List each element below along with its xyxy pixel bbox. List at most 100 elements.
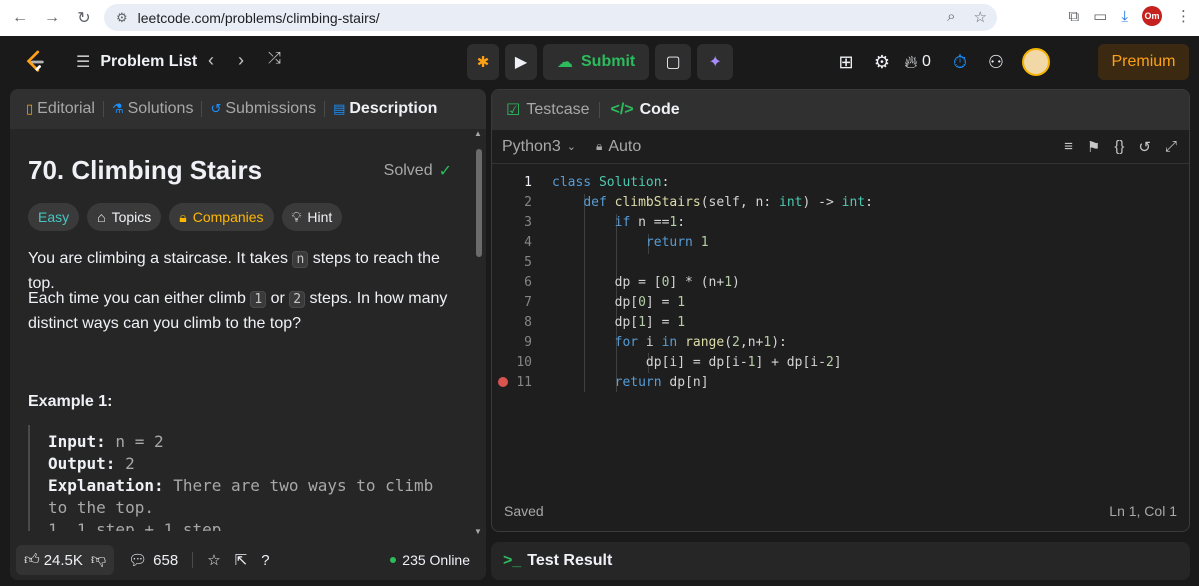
- browser-toolbar: ← → ↻ ⚙ leetcode.com/problems/climbing-s…: [0, 0, 1199, 36]
- autocomplete-mode[interactable]: 🔒︎ Auto: [596, 138, 641, 156]
- profile-avatar[interactable]: Om: [1142, 6, 1162, 26]
- leetcode-header: ☰ Problem List ‹ › ⤮ ✱ ▶ ☁ Submit ▢ ✦ ⊞ …: [0, 36, 1199, 88]
- problem-list-button[interactable]: ☰ Problem List: [76, 52, 197, 72]
- tab-description[interactable]: ▤ Description: [325, 100, 445, 118]
- run-button[interactable]: ▶: [505, 44, 537, 80]
- back-icon[interactable]: ←: [4, 9, 36, 27]
- tab-solutions[interactable]: ⚗ Solutions: [104, 100, 201, 118]
- cloud-upload-icon: ☁: [557, 54, 573, 71]
- description-footer: 👍︎ 24.5K 👎︎ 💬︎ 658 ☆ ⇱ ? 235 Online: [10, 540, 486, 580]
- code-line: 7 dp[0] = 1: [524, 294, 686, 310]
- code-line: 2 def climbStairs(self, n: int) -> int:: [524, 194, 873, 210]
- sparkle-icon: ✦: [708, 54, 722, 71]
- streak-flame-icon[interactable]: 🔥︎: [900, 52, 922, 73]
- list-icon: ☰: [76, 54, 91, 71]
- note-icon: ▢: [665, 54, 681, 71]
- prev-problem-icon[interactable]: ‹: [208, 50, 214, 71]
- layout-icon[interactable]: ⊞: [828, 52, 864, 73]
- online-dot-icon: [390, 557, 397, 563]
- ai-assist-button[interactable]: ✦: [697, 44, 734, 80]
- settings-gear-icon[interactable]: ⚙: [864, 52, 900, 73]
- checkbox-icon: ☑: [506, 102, 521, 119]
- expand-icon[interactable]: ⤢: [1165, 138, 1177, 156]
- debug-button[interactable]: ✱: [467, 44, 499, 80]
- chevron-down-icon: ⌄: [566, 141, 576, 153]
- address-bar[interactable]: ⚙ leetcode.com/problems/climbing-stairs/…: [104, 4, 997, 31]
- reading-mode-icon[interactable]: ▭: [1093, 7, 1107, 25]
- site-info-icon[interactable]: ⚙: [116, 10, 128, 26]
- play-icon: ▶: [514, 54, 528, 71]
- next-problem-icon[interactable]: ›: [238, 50, 244, 71]
- tab-editorial[interactable]: ▯ Editorial: [18, 100, 103, 118]
- format-icon[interactable]: ≡: [1064, 138, 1073, 156]
- star-icon: ☆: [207, 552, 221, 569]
- add-friend-icon[interactable]: ⚇: [978, 52, 1014, 73]
- history-icon: ↺: [210, 101, 222, 116]
- breakpoint-icon[interactable]: [498, 377, 508, 387]
- like-button[interactable]: 👍︎ 24.5K: [24, 551, 83, 569]
- companies-chip[interactable]: 🔒︎ Companies: [169, 203, 274, 231]
- download-icon[interactable]: ⤓: [1121, 8, 1128, 25]
- share-button[interactable]: ⇱: [235, 551, 248, 569]
- zoom-icon[interactable]: ⌕: [947, 8, 955, 26]
- dislike-button[interactable]: 👎︎: [91, 551, 106, 569]
- problem-content: 70. Climbing Stairs Solved ✓ Easy ⌂ Topi…: [10, 129, 472, 531]
- notes-button[interactable]: ▢: [655, 44, 692, 80]
- document-icon: ▤: [333, 101, 346, 116]
- favorite-button[interactable]: ☆: [207, 551, 220, 569]
- scroll-up-arrow-icon[interactable]: ▲: [474, 129, 482, 138]
- difficulty-badge: Easy: [28, 203, 80, 231]
- leetcode-logo-icon[interactable]: [24, 50, 46, 74]
- extensions-icon[interactable]: ⧉: [1068, 8, 1079, 25]
- bookmark-star-icon[interactable]: ☆: [974, 8, 987, 26]
- tab-divider: [599, 102, 601, 118]
- problem-title[interactable]: 70. Climbing Stairs: [28, 155, 262, 186]
- shuffle-icon[interactable]: ⤮: [268, 50, 281, 71]
- user-avatar[interactable]: [1022, 48, 1050, 76]
- code-brackets-icon: </>: [610, 101, 634, 118]
- topics-chip[interactable]: ⌂ Topics: [87, 203, 162, 231]
- lock-icon: 🔒︎: [595, 139, 603, 153]
- submit-button[interactable]: ☁ Submit: [543, 44, 650, 80]
- lightbulb-icon: 💡︎: [291, 208, 302, 225]
- save-status: Saved: [504, 503, 544, 519]
- scroll-down-arrow-icon[interactable]: ▼: [474, 527, 482, 536]
- code-editor[interactable]: 1 class Solution: 2 def climbStairs(self,…: [492, 172, 1189, 472]
- help-button[interactable]: ?: [261, 552, 269, 569]
- description-scrollbar[interactable]: ▲ ▼: [472, 129, 486, 539]
- lock-icon: 🔒︎: [179, 208, 187, 225]
- scroll-thumb[interactable]: [476, 149, 482, 257]
- test-result-panel[interactable]: >_ Test Result: [491, 542, 1190, 580]
- flask-icon: ⚗: [111, 101, 124, 116]
- tab-submissions[interactable]: ↺ Submissions: [202, 100, 324, 118]
- reset-icon[interactable]: ↺: [1138, 138, 1151, 156]
- code-line: 8 dp[1] = 1: [524, 314, 686, 330]
- code-line: 11 return dp[n]: [492, 372, 1189, 392]
- tab-code[interactable]: </> Code: [610, 101, 679, 119]
- left-tabs: ▯ Editorial ⚗ Solutions ↺ Submissions ▤ …: [10, 89, 486, 129]
- timer-icon[interactable]: ⏱: [942, 52, 978, 73]
- code-line: 3 if n ==1:: [524, 214, 686, 230]
- code-line: 1 class Solution:: [524, 174, 670, 190]
- bookmark-icon[interactable]: ⚑: [1087, 138, 1100, 156]
- comments-button[interactable]: 💬︎ 658: [128, 551, 178, 570]
- comment-icon: 💬︎: [128, 552, 148, 569]
- forward-icon[interactable]: →: [36, 9, 68, 27]
- reload-icon[interactable]: ↻: [68, 8, 100, 28]
- braces-icon[interactable]: {}: [1114, 138, 1124, 156]
- hint-chip[interactable]: 💡︎ Hint: [281, 203, 343, 231]
- menu-icon[interactable]: ⋮: [1176, 7, 1191, 25]
- terminal-icon: >_: [503, 552, 522, 569]
- thumbs-down-icon: 👎︎: [90, 551, 107, 568]
- language-select[interactable]: Python3 ⌄: [502, 138, 576, 156]
- premium-button[interactable]: Premium: [1098, 44, 1189, 80]
- tag-icon: ⌂: [97, 209, 106, 225]
- url-text[interactable]: leetcode.com/problems/climbing-stairs/: [138, 10, 380, 26]
- code-line: 6 dp = [0] * (n+1): [524, 274, 740, 290]
- code-line: 5: [524, 254, 532, 270]
- code-line: 4 return 1: [524, 234, 709, 250]
- code-panel: ☑ Testcase </> Code Python3 ⌄ 🔒︎ Auto ≡ …: [491, 89, 1190, 532]
- tab-testcase[interactable]: ☑ Testcase: [506, 100, 589, 120]
- cursor-position: Ln 1, Col 1: [1109, 503, 1177, 519]
- description-paragraph-2: Each time you can either climb 1 or 2 st…: [28, 290, 448, 332]
